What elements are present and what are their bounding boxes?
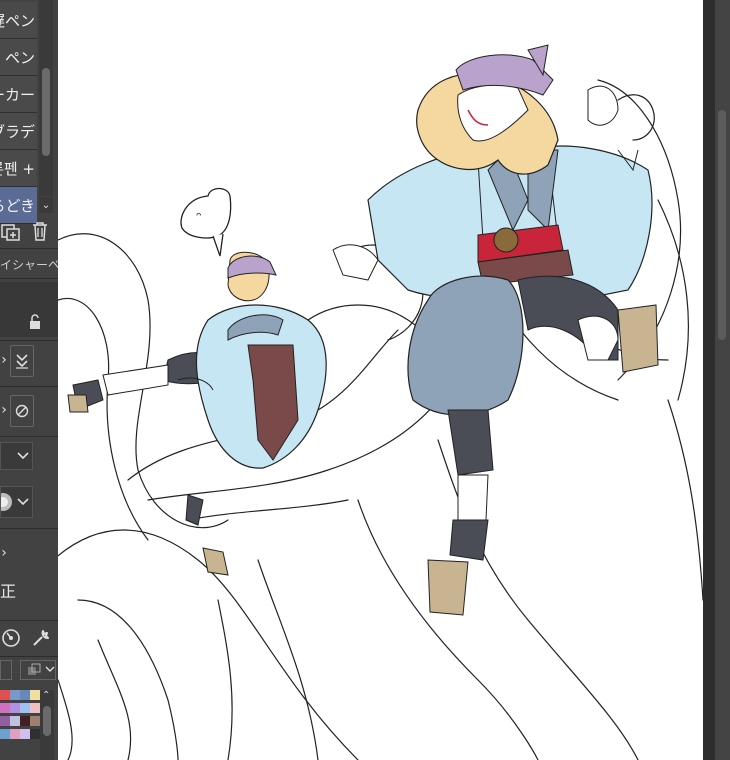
artwork: ᵔ bbox=[58, 44, 703, 760]
color-swatch[interactable] bbox=[0, 703, 10, 713]
opacity-dynamics-button[interactable] bbox=[10, 395, 34, 427]
chevron-down-icon bbox=[45, 666, 55, 672]
lock-icon bbox=[30, 314, 40, 329]
brush-item[interactable]: ーカー bbox=[0, 76, 37, 113]
stabilization-label: 正 bbox=[0, 582, 17, 601]
color-swatch[interactable] bbox=[0, 729, 10, 739]
brush-item-label: ブラデ bbox=[0, 123, 35, 141]
delete-subtool-button[interactable] bbox=[28, 219, 52, 243]
palette-scrollbar[interactable]: ⌃ bbox=[40, 690, 54, 760]
chevron-left-icon: › bbox=[1, 352, 7, 368]
color-swatch[interactable] bbox=[10, 729, 20, 739]
right-panel-scrollbar[interactable] bbox=[718, 110, 726, 340]
color-swatch[interactable] bbox=[20, 690, 30, 700]
brush-item[interactable]: 른펜 + bbox=[0, 150, 37, 187]
chevron-down-icon: ⌄ bbox=[41, 199, 51, 211]
palette-input-field[interactable] bbox=[0, 660, 12, 680]
trash-icon bbox=[33, 222, 47, 241]
chevron-left-icon: › bbox=[1, 402, 7, 418]
color-swatch[interactable] bbox=[10, 716, 20, 726]
color-swatch[interactable] bbox=[20, 729, 30, 739]
wrench-icon bbox=[33, 630, 49, 646]
settings-dial-icon bbox=[2, 629, 20, 647]
color-swatch[interactable] bbox=[30, 716, 40, 726]
tool-property-title: イシャーベ bbox=[0, 258, 59, 272]
palette-scroll-thumb[interactable] bbox=[43, 706, 51, 736]
chevron-down-icon bbox=[17, 498, 29, 506]
blend-mode-dropdown[interactable] bbox=[0, 442, 33, 470]
brush-item-label: ペン bbox=[4, 49, 35, 67]
layer-color-dropdown[interactable] bbox=[20, 660, 56, 680]
duplicate-subtool-button[interactable] bbox=[0, 219, 22, 243]
no-entry-icon bbox=[15, 404, 29, 418]
brush-item[interactable]: ブラデ bbox=[0, 113, 37, 150]
brush-list-scroll-thumb[interactable] bbox=[42, 68, 50, 156]
chevron-up-icon[interactable]: ⌃ bbox=[42, 690, 50, 701]
color-swatch[interactable] bbox=[30, 690, 40, 700]
canvas-right-gutter bbox=[703, 0, 715, 760]
color-swatch[interactable] bbox=[10, 703, 20, 713]
chevron-left-icon: › bbox=[1, 545, 7, 561]
color-swatch[interactable] bbox=[30, 729, 40, 739]
color-swatch[interactable] bbox=[20, 716, 30, 726]
brush-item-label: 른펜 + bbox=[0, 160, 35, 178]
color-swatch[interactable] bbox=[10, 690, 20, 700]
duplicate-icon bbox=[1, 224, 20, 241]
color-swatch[interactable] bbox=[20, 703, 30, 713]
layer-icon bbox=[28, 663, 41, 675]
settings-dial-button[interactable] bbox=[0, 625, 22, 651]
brush-item-label: らどき bbox=[0, 197, 35, 215]
large-character bbox=[332, 44, 659, 616]
brush-tip-icon bbox=[1, 493, 12, 511]
brush-item-label: ーカー bbox=[0, 86, 35, 104]
brush-item-label: 遅ペン bbox=[0, 12, 35, 30]
brush-list-scrollbar[interactable] bbox=[39, 0, 53, 196]
size-dynamics-button[interactable] bbox=[10, 345, 34, 377]
tool-settings-button[interactable] bbox=[28, 625, 54, 651]
size-stepper-button[interactable]: › bbox=[0, 345, 8, 375]
brush-item[interactable]: 遅ペン bbox=[0, 2, 37, 39]
left-tool-panel: 遅ペンペンーカーブラデ 른펜 + らどき ⌄ イシャーベ › bbox=[0, 0, 59, 760]
speech-bubble: ᵔ bbox=[180, 187, 232, 257]
color-swatch[interactable] bbox=[0, 690, 10, 700]
chevron-down-icon bbox=[17, 452, 29, 460]
speech-bubble-text: ᵔ bbox=[196, 210, 202, 226]
color-palette bbox=[0, 690, 40, 760]
double-chevron-down-icon bbox=[16, 354, 28, 369]
brush-dropdown-button[interactable]: ⌄ bbox=[39, 197, 53, 213]
color-swatch[interactable] bbox=[0, 716, 10, 726]
opacity-stepper-button[interactable]: › bbox=[0, 395, 8, 425]
stabilization-stepper-button[interactable]: › bbox=[0, 540, 8, 566]
drawing-canvas[interactable]: ᵔ bbox=[58, 0, 703, 760]
color-swatch[interactable] bbox=[30, 703, 40, 713]
brush-item[interactable]: ペン bbox=[0, 39, 37, 76]
brush-tip-dropdown[interactable] bbox=[0, 486, 33, 518]
lock-button[interactable] bbox=[24, 312, 46, 332]
